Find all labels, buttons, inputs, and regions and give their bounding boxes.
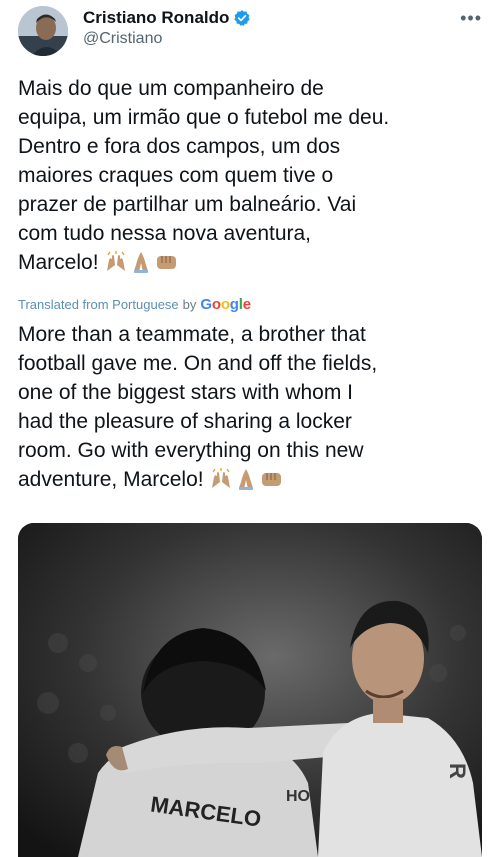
tweet-header: Cristiano Ronaldo @Cristiano ••• — [18, 4, 482, 56]
more-horizontal-icon[interactable]: ••• — [460, 8, 482, 29]
jersey-number: HO — [286, 788, 310, 805]
raising-hands-icon — [106, 251, 125, 271]
translation-label[interactable]: Translated from Portuguese — [18, 297, 179, 312]
translated-text: More than a teammate, a brother that foo… — [18, 323, 378, 491]
author-handle[interactable]: @Cristiano — [83, 30, 251, 48]
tweet-text-original: Mais do que um companheiro de equipa, um… — [18, 74, 488, 277]
avatar-portrait-icon — [18, 6, 68, 56]
author-names: Cristiano Ronaldo @Cristiano — [83, 8, 251, 48]
raising-hands-icon — [211, 468, 230, 488]
fist-bump-icon — [261, 473, 281, 486]
folded-hands-icon — [133, 252, 148, 273]
fist-bump-icon — [156, 256, 176, 269]
original-text: Mais do que um companheiro de equipa, um… — [18, 77, 390, 274]
tweet-card: Cristiano Ronaldo @Cristiano ••• Mais do… — [0, 0, 500, 857]
folded-hands-icon — [238, 469, 253, 490]
google-logo: Google — [200, 296, 251, 313]
svg-text:R: R — [445, 763, 470, 779]
translation-attribution[interactable]: Translated from Portuguese by Google — [18, 296, 251, 313]
display-name[interactable]: Cristiano Ronaldo — [83, 8, 229, 28]
tweet-photo[interactable]: MARCELO HO R — [18, 523, 482, 857]
emoji-group — [210, 468, 284, 490]
tweet-text-translated: More than a teammate, a brother that foo… — [18, 320, 488, 494]
photo-players-embrace: MARCELO HO R — [18, 523, 482, 857]
emoji-group — [105, 251, 179, 273]
verified-badge-icon — [233, 9, 251, 27]
translation-by: by — [182, 297, 197, 312]
avatar[interactable] — [18, 6, 68, 56]
